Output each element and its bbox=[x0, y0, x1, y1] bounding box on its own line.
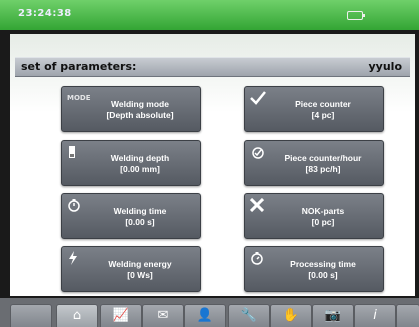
tile-value: [0 pc] bbox=[311, 217, 335, 227]
processing-stopwatch-icon bbox=[250, 251, 266, 265]
tile-title: Welding depth bbox=[110, 153, 170, 163]
tile-title: Piece counter bbox=[295, 99, 351, 109]
lightning-icon bbox=[67, 251, 83, 265]
tile-title: Piece counter/hour bbox=[284, 153, 362, 163]
mode-text-icon: MODE bbox=[67, 94, 91, 102]
parameter-set-label: set of parameters: bbox=[21, 60, 137, 73]
tile-value: [0.00 mm] bbox=[120, 164, 160, 174]
tile-value: [4 pc] bbox=[311, 110, 335, 120]
processing-time-button[interactable]: Processing time [0.00 s] bbox=[244, 246, 384, 292]
tab-chart[interactable]: 📈 bbox=[100, 304, 142, 327]
tab-camera[interactable]: 📷 bbox=[312, 304, 354, 327]
tab-blank-right[interactable] bbox=[396, 304, 419, 327]
user-icon: 👤 bbox=[196, 308, 214, 323]
hand-icon: ✋ bbox=[282, 308, 300, 323]
tab-blank-left[interactable] bbox=[10, 304, 52, 327]
checkmark-icon bbox=[250, 91, 266, 105]
welding-time-button[interactable]: Welding time [0.00 s] bbox=[61, 193, 201, 239]
status-bar: 23:24:38 bbox=[0, 0, 419, 30]
welding-energy-button[interactable]: Welding energy [0 Ws] bbox=[61, 246, 201, 292]
tab-user[interactable]: 👤 bbox=[184, 304, 226, 327]
tile-title: Welding energy bbox=[108, 259, 172, 269]
parameter-set-bar[interactable]: set of parameters: yyulo bbox=[15, 57, 410, 77]
tile-value: [Depth absolute] bbox=[106, 110, 174, 120]
tab-home[interactable]: ⌂ bbox=[56, 304, 98, 327]
stopwatch-icon bbox=[67, 198, 83, 212]
tile-title: Welding mode bbox=[111, 99, 169, 109]
clock: 23:24:38 bbox=[18, 8, 72, 19]
depth-gauge-icon bbox=[67, 145, 83, 159]
parameter-set-name: yyulo bbox=[368, 60, 403, 73]
tile-title: Processing time bbox=[290, 259, 356, 269]
mail-icon: ✉ bbox=[157, 308, 169, 323]
home-icon: ⌂ bbox=[72, 308, 82, 323]
tile-value: [0.00 s] bbox=[125, 217, 155, 227]
nok-parts-button[interactable]: NOK-parts [0 pc] bbox=[244, 193, 384, 239]
welding-depth-button[interactable]: Welding depth [0.00 mm] bbox=[61, 140, 201, 186]
tab-mail[interactable]: ✉ bbox=[142, 304, 184, 327]
tile-title: Welding time bbox=[113, 206, 167, 216]
tile-value: [0 Ws] bbox=[127, 270, 153, 280]
battery-icon bbox=[347, 11, 365, 20]
tab-hand[interactable]: ✋ bbox=[270, 304, 312, 327]
tab-wrench[interactable]: 🔧 bbox=[228, 304, 270, 327]
wrench-icon: 🔧 bbox=[240, 308, 258, 323]
counter-clock-icon bbox=[250, 145, 266, 159]
welding-mode-button[interactable]: MODE Welding mode [Depth absolute] bbox=[61, 86, 201, 132]
tile-value: [0.00 s] bbox=[308, 270, 338, 280]
piece-counter-hour-button[interactable]: Piece counter/hour [83 pc/h] bbox=[244, 140, 384, 186]
piece-counter-button[interactable]: Piece counter [4 pc] bbox=[244, 86, 384, 132]
chart-icon: 📈 bbox=[112, 308, 130, 323]
tile-value: [83 pc/h] bbox=[305, 164, 341, 174]
tab-info[interactable]: i bbox=[354, 304, 396, 327]
info-icon: i bbox=[373, 308, 377, 323]
cross-icon bbox=[249, 197, 266, 213]
tile-title: NOK-parts bbox=[301, 206, 345, 216]
screen: 23:24:38 set of parameters: yyulo MODE W… bbox=[0, 0, 419, 327]
bottom-tab-bar: ⌂ 📈 ✉ 👤 🔧 ✋ 📷 i bbox=[0, 298, 419, 327]
camera-icon: 📷 bbox=[324, 308, 342, 323]
